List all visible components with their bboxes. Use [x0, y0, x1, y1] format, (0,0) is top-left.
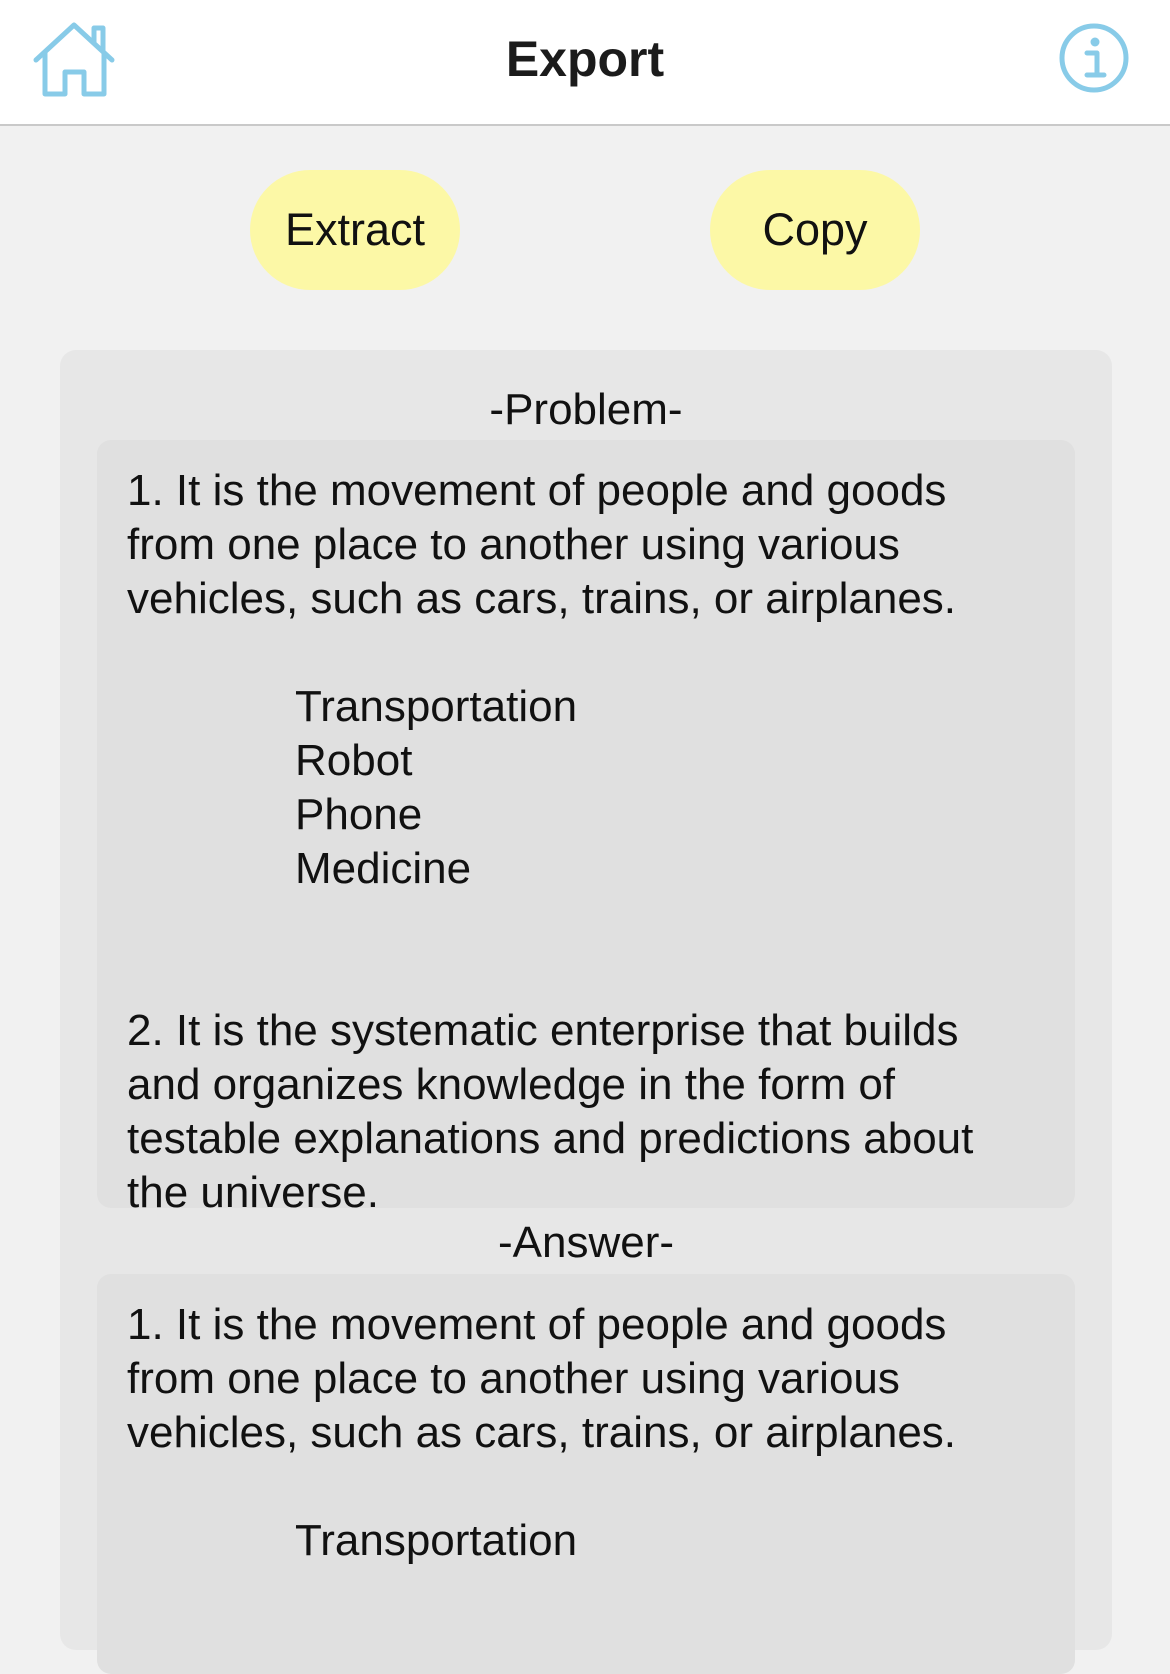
nav-bar: Export [0, 0, 1170, 126]
problem-2-line-3: testable explanations and predictions ab… [127, 1114, 974, 1163]
page-title: Export [505, 31, 665, 87]
problem-1-line-1: 1. It is the movement of people and good… [127, 466, 947, 515]
problem-2-line-1: 2. It is the systematic enterprise that … [127, 1006, 959, 1055]
info-button[interactable] [1058, 22, 1130, 94]
answer-1-line-1: 1. It is the movement of people and good… [127, 1300, 947, 1349]
problem-1-choice-3: Phone [295, 790, 423, 839]
info-icon [1059, 23, 1129, 93]
problem-1-line-3: vehicles, such as cars, trains, or airpl… [127, 574, 957, 623]
copy-button[interactable]: Copy [710, 170, 920, 290]
answer-1-line-3: vehicles, such as cars, trains, or airpl… [127, 1408, 957, 1457]
problem-text-area[interactable]: 1. It is the movement of people and good… [97, 440, 1075, 1208]
problem-label: -Problem- [489, 385, 683, 434]
problem-2-line-4: the universe. [127, 1168, 379, 1208]
problem-1-choice-4: Medicine [295, 844, 472, 893]
answer-label: -Answer- [497, 1218, 675, 1267]
answer-text-area[interactable]: 1. It is the movement of people and good… [97, 1274, 1075, 1674]
problem-1-choice-2: Robot [295, 736, 413, 785]
problem-1-line-2: from one place to another using various [127, 520, 900, 569]
extract-button[interactable]: Extract [250, 170, 460, 290]
problem-2-line-2: and organizes knowledge in the form of [127, 1060, 896, 1109]
answer-1-value: Transportation [295, 1516, 578, 1565]
problem-1-choice-1: Transportation [295, 682, 578, 731]
answer-1-line-2: from one place to another using various [127, 1354, 900, 1403]
